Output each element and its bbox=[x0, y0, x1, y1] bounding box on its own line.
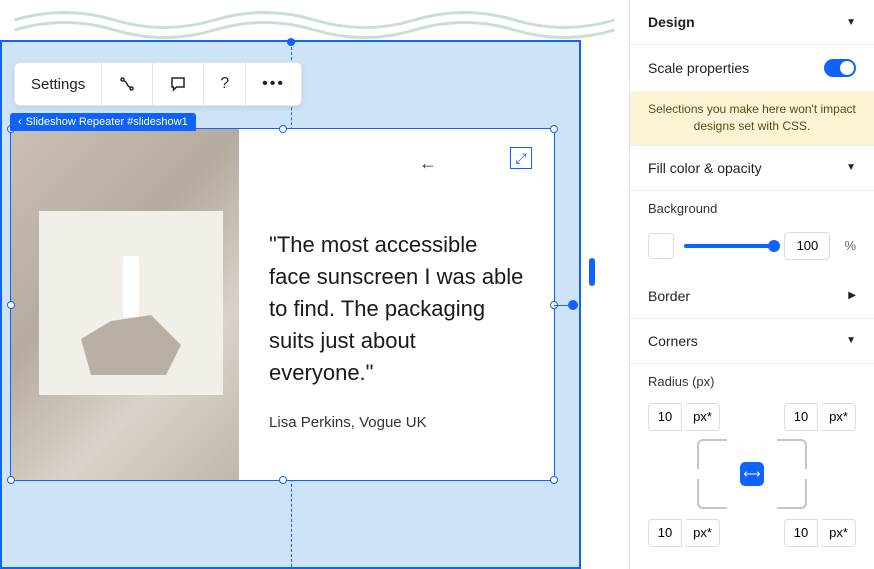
fill-section-header[interactable]: Fill color & opacity ▼ bbox=[630, 146, 874, 191]
link-icon: ⟷ bbox=[743, 467, 760, 481]
design-panel: Design ▼ Scale properties Selections you… bbox=[629, 0, 874, 569]
fill-label: Fill color & opacity bbox=[648, 160, 762, 176]
radius-bl[interactable]: 10 bbox=[648, 519, 720, 547]
radius-tr[interactable]: 10 bbox=[784, 403, 856, 431]
product-tube bbox=[123, 261, 139, 317]
radius-tl[interactable]: 10 bbox=[648, 403, 720, 431]
slider-thumb[interactable] bbox=[768, 240, 780, 252]
resize-handle[interactable] bbox=[7, 301, 15, 309]
scale-toggle[interactable] bbox=[824, 59, 856, 77]
opacity-slider[interactable] bbox=[684, 244, 774, 248]
help-button[interactable]: ? bbox=[204, 63, 246, 105]
animation-button[interactable] bbox=[102, 63, 153, 105]
design-label: Design bbox=[648, 14, 695, 30]
resize-handle[interactable] bbox=[279, 125, 287, 133]
comment-button[interactable] bbox=[153, 63, 204, 105]
radius-controls: 10 10 ⟷ 10 10 bbox=[630, 399, 874, 569]
more-button[interactable]: ••• bbox=[246, 63, 301, 105]
arrow-left-icon[interactable]: ← bbox=[419, 153, 437, 174]
help-icon: ? bbox=[220, 75, 229, 93]
background-controls: % bbox=[630, 226, 874, 274]
chevron-down-icon: ▼ bbox=[846, 335, 856, 346]
background-label: Background bbox=[630, 191, 874, 226]
corner-diagram: ⟷ bbox=[697, 439, 807, 509]
slide-image-area bbox=[11, 129, 239, 480]
expand-icon: ⤢ bbox=[515, 150, 526, 167]
resize-handle[interactable] bbox=[7, 476, 15, 484]
canvas-scrollbar[interactable] bbox=[589, 258, 595, 286]
quote-text: "The most accessible face sunscreen I wa… bbox=[269, 229, 524, 388]
color-swatch[interactable] bbox=[648, 233, 674, 259]
extend-handle[interactable] bbox=[568, 300, 578, 310]
chevron-left-icon: ‹ bbox=[18, 116, 22, 128]
scale-row: Scale properties bbox=[630, 45, 874, 91]
element-tag[interactable]: ‹ Slideshow Repeater #slideshow1 bbox=[10, 113, 196, 131]
design-section-header[interactable]: Design ▼ bbox=[630, 0, 874, 45]
rock-shape bbox=[81, 315, 181, 375]
author-text: Lisa Perkins, Vogue UK bbox=[269, 414, 524, 431]
tag-label: Slideshow Repeater #slideshow1 bbox=[26, 116, 188, 128]
css-warning: Selections you make here won't impact de… bbox=[630, 91, 874, 146]
radius-br[interactable]: 10 bbox=[784, 519, 856, 547]
more-icon: ••• bbox=[262, 75, 285, 93]
corners-section-header[interactable]: Corners ▼ bbox=[630, 319, 874, 364]
slide-selection[interactable]: ← ⤢ "The most accessible face sunscreen … bbox=[10, 128, 555, 481]
background-decor bbox=[0, 0, 629, 40]
scale-label: Scale properties bbox=[648, 60, 749, 76]
border-label: Border bbox=[648, 288, 690, 304]
settings-button[interactable]: Settings bbox=[15, 63, 102, 105]
resize-handle[interactable] bbox=[550, 476, 558, 484]
corners-label: Corners bbox=[648, 333, 698, 349]
border-section-header[interactable]: Border ▶ bbox=[630, 274, 874, 319]
editor-canvas[interactable]: Settings ? ••• ‹ Slideshow Repeater #sli… bbox=[0, 0, 629, 569]
link-corners-button[interactable]: ⟷ bbox=[740, 462, 764, 486]
floating-toolbar: Settings ? ••• bbox=[14, 62, 302, 106]
chevron-down-icon: ▼ bbox=[846, 17, 856, 28]
slide-text-area: ← ⤢ "The most accessible face sunscreen … bbox=[239, 129, 554, 480]
radius-label: Radius (px) bbox=[630, 364, 874, 399]
resize-handle[interactable] bbox=[550, 125, 558, 133]
expand-button[interactable]: ⤢ bbox=[510, 147, 532, 169]
settings-label: Settings bbox=[31, 76, 85, 93]
resize-handle[interactable] bbox=[279, 476, 287, 484]
chevron-right-icon: ▶ bbox=[848, 290, 856, 301]
product-image bbox=[39, 211, 223, 395]
opacity-unit: % bbox=[844, 238, 856, 253]
slide-content[interactable]: ← ⤢ "The most accessible face sunscreen … bbox=[11, 129, 554, 480]
chevron-down-icon: ▼ bbox=[846, 162, 856, 173]
opacity-input[interactable] bbox=[784, 232, 830, 260]
